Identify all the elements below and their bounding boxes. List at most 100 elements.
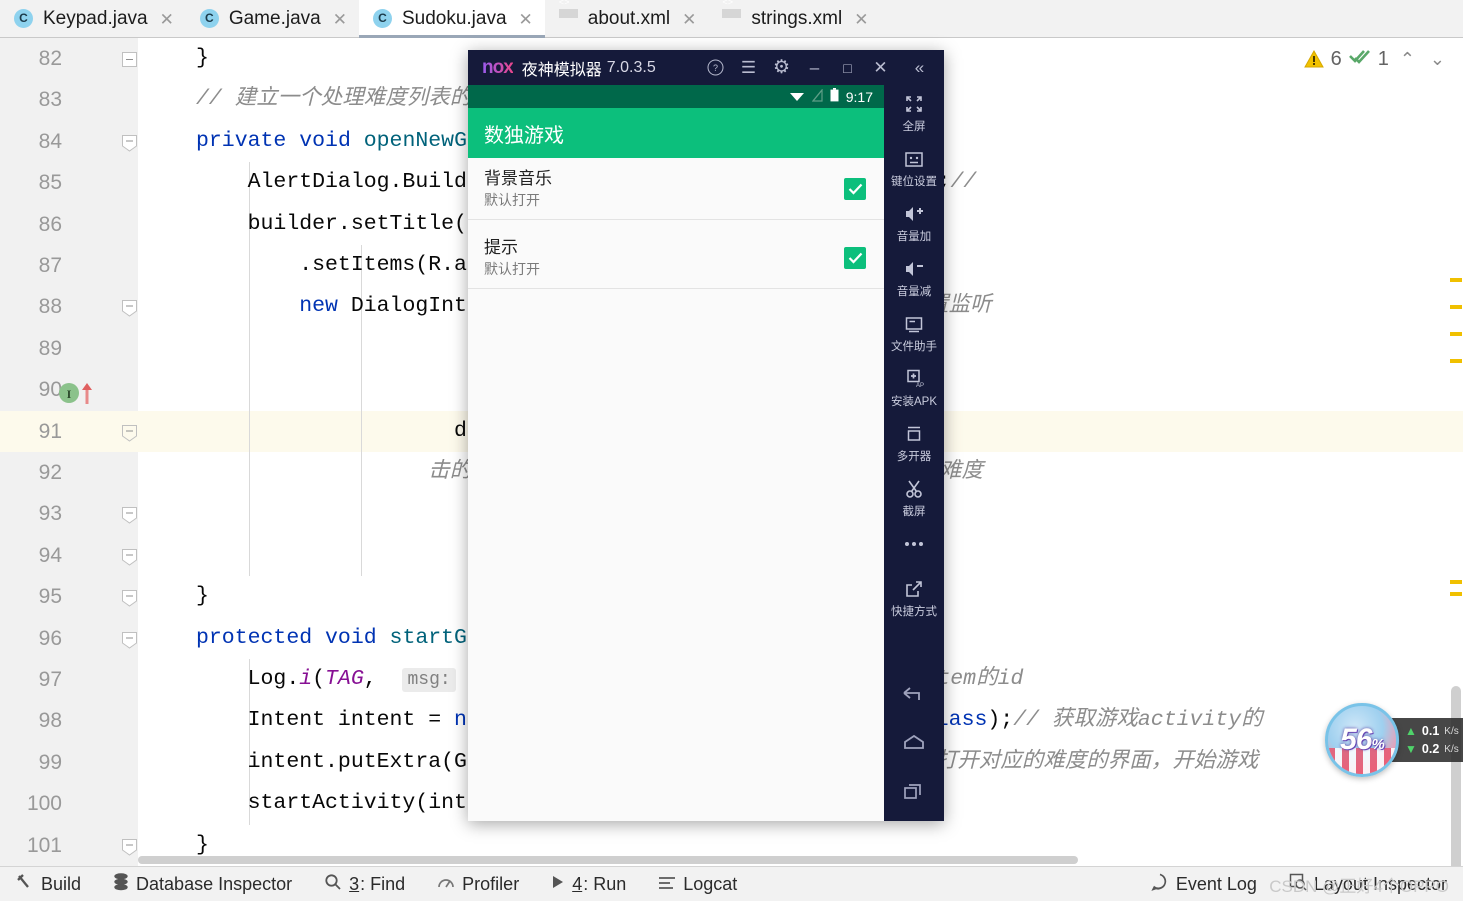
line-number-cell: 93 [0, 493, 138, 535]
cpu-usage-ball[interactable]: 56% [1325, 703, 1399, 777]
warning-stripe-mark[interactable] [1450, 332, 1462, 336]
tab-close-icon[interactable]: ✕ [854, 11, 868, 28]
status-item-find[interactable]: 3 : Find [308, 867, 421, 901]
sidebar-item-more[interactable] [884, 525, 944, 564]
next-problem-icon[interactable]: ⌄ [1426, 49, 1449, 70]
tab-close-icon[interactable]: ✕ [160, 11, 174, 28]
status-item-layout-inspector[interactable]: Layout Inspector [1273, 867, 1463, 901]
run-play-icon [551, 874, 565, 895]
status-time: 9:17 [845, 88, 873, 105]
preference-text: 背景音乐 默认打开 [484, 168, 844, 210]
emulator-version: 7.0.3.5 [606, 58, 656, 76]
line-number-cell: 101 [0, 824, 138, 866]
warning-stripe-mark[interactable] [1450, 592, 1462, 596]
screenshot-scissors-icon [904, 478, 924, 500]
java-class-icon: C [199, 8, 221, 30]
nox-emulator-window[interactable]: nox 夜神模拟器 7.0.3.5 ? ☰ ⚙ – □ ✕ « 9:17 数独游… [468, 50, 944, 821]
status-item-build[interactable]: Build [0, 867, 97, 901]
fold-minus-icon[interactable] [122, 590, 137, 607]
fold-collapse-icon[interactable] [122, 300, 137, 318]
warning-stripe-mark[interactable] [1450, 305, 1462, 309]
previous-problem-icon[interactable]: ⌃ [1396, 49, 1419, 70]
network-speed-widget[interactable]: 56% ▲ 0.1 K/s ▼ 0.2 K/s [1325, 703, 1463, 777]
tab-sudoku-java[interactable]: C Sudoku.java ✕ [358, 0, 545, 38]
line-number-cell: 84 [0, 120, 138, 163]
sidebar-item-multi-instance[interactable]: 多开器 [884, 415, 944, 470]
sidebar-item-volume-up[interactable]: 音量加 [884, 195, 944, 250]
fold-collapse-icon[interactable] [122, 134, 137, 152]
fold-minus-icon[interactable] [122, 424, 137, 442]
sidebar-item-keymap[interactable]: 键位设置 [884, 140, 944, 195]
status-item-event-log[interactable]: Event Log [1135, 867, 1273, 901]
fold-minus-icon[interactable] [122, 52, 137, 67]
emulator-title-bar[interactable]: nox 夜神模拟器 7.0.3.5 ? ☰ ⚙ – □ ✕ « [468, 50, 944, 85]
settings-gear-icon[interactable]: ⚙ [765, 53, 798, 83]
checkbox-checked-icon[interactable] [844, 246, 866, 269]
menu-icon[interactable]: ☰ [732, 53, 765, 83]
upload-arrow-icon: ▲ [1405, 724, 1417, 738]
xml-file-icon [722, 9, 743, 30]
maximize-icon[interactable]: □ [831, 53, 864, 83]
sidebar-item-fullscreen[interactable]: 全屏 [884, 85, 944, 140]
java-class-icon: C [14, 8, 35, 30]
back-icon[interactable] [884, 671, 944, 719]
status-item-profiler[interactable]: Profiler [421, 867, 535, 901]
status-label: Build [41, 873, 82, 894]
close-icon[interactable]: ✕ [864, 53, 897, 83]
fold-end-icon[interactable] [122, 507, 137, 525]
more-dots-icon [902, 533, 926, 555]
warning-stripe-mark[interactable] [1450, 580, 1462, 584]
preference-item-hint[interactable]: 提示 默认打开 [468, 227, 884, 289]
line-number: 93 [38, 502, 62, 526]
tab-about-xml[interactable]: about.xml ✕ [545, 0, 709, 38]
sidebar-label: 音量加 [896, 231, 932, 243]
line-number-cell: 98 [0, 700, 138, 742]
warning-stripe-mark[interactable] [1450, 359, 1462, 363]
fold-end-icon[interactable] [122, 838, 137, 856]
status-mnemonic: 3 [349, 873, 360, 894]
sidebar-item-install-apk[interactable]: APK 安装APK [884, 360, 944, 415]
implements-method-icon[interactable]: I [58, 381, 98, 405]
sidebar-item-volume-down[interactable]: 音量减 [884, 250, 944, 305]
android-screen[interactable]: 9:17 数独游戏 背景音乐 默认打开 提示 默认打开 [468, 85, 884, 821]
install-apk-icon: APK [904, 368, 924, 390]
tab-game-java[interactable]: C Game.java ✕ [186, 0, 359, 38]
tab-close-icon[interactable]: ✕ [519, 11, 533, 28]
preference-summary: 默认打开 [484, 191, 540, 208]
recents-icon[interactable] [884, 767, 944, 815]
emulator-body: 9:17 数独游戏 背景音乐 默认打开 提示 默认打开 全屏 键位设置 音量加 … [468, 85, 944, 821]
status-label: Layout Inspector [1313, 873, 1447, 894]
warning-count: 6 [1330, 47, 1342, 70]
horizontal-scrollbar[interactable] [138, 856, 1078, 864]
tab-strings-xml[interactable]: strings.xml ✕ [708, 0, 880, 38]
warning-stripe-mark[interactable] [1450, 278, 1462, 282]
checkbox-checked-icon[interactable] [844, 177, 866, 200]
status-item-logcat[interactable]: Logcat [642, 867, 753, 901]
battery-icon [830, 88, 839, 105]
status-item-run[interactable]: 4 : Run [535, 867, 642, 901]
status-item-database-inspector[interactable]: Database Inspector [97, 867, 308, 901]
line-number: 92 [38, 461, 62, 484]
inspection-widget: 6 1 ⌃ ⌄ [1303, 47, 1449, 71]
tab-keypad-java[interactable]: C Keypad.java ✕ [0, 0, 186, 38]
sidebar-item-shortcut[interactable]: 快捷方式 [884, 564, 944, 625]
fold-minus-icon[interactable] [122, 548, 137, 566]
sidebar-item-file-manager[interactable]: 文件助手 [884, 305, 944, 360]
fold-collapse-icon[interactable] [122, 631, 137, 649]
line-number-cell: 100 [0, 783, 138, 825]
collapse-sidebar-icon[interactable]: « [903, 53, 936, 83]
minimize-icon[interactable]: – [798, 53, 831, 83]
line-number: 94 [38, 543, 62, 567]
preference-item-background-music[interactable]: 背景音乐 默认打开 [468, 158, 884, 220]
help-icon[interactable]: ? [699, 53, 732, 83]
tab-close-icon[interactable]: ✕ [333, 11, 347, 28]
preference-list: 背景音乐 默认打开 提示 默认打开 [468, 158, 884, 821]
xml-file-icon [559, 9, 580, 30]
sidebar-item-screenshot[interactable]: 截屏 [884, 470, 944, 525]
status-mnemonic: 4 [572, 873, 583, 894]
fullscreen-icon [904, 93, 924, 115]
home-icon[interactable] [884, 719, 944, 767]
tab-close-icon[interactable]: ✕ [682, 11, 696, 28]
volume-up-icon [903, 203, 925, 225]
code-text: } [196, 46, 209, 70]
